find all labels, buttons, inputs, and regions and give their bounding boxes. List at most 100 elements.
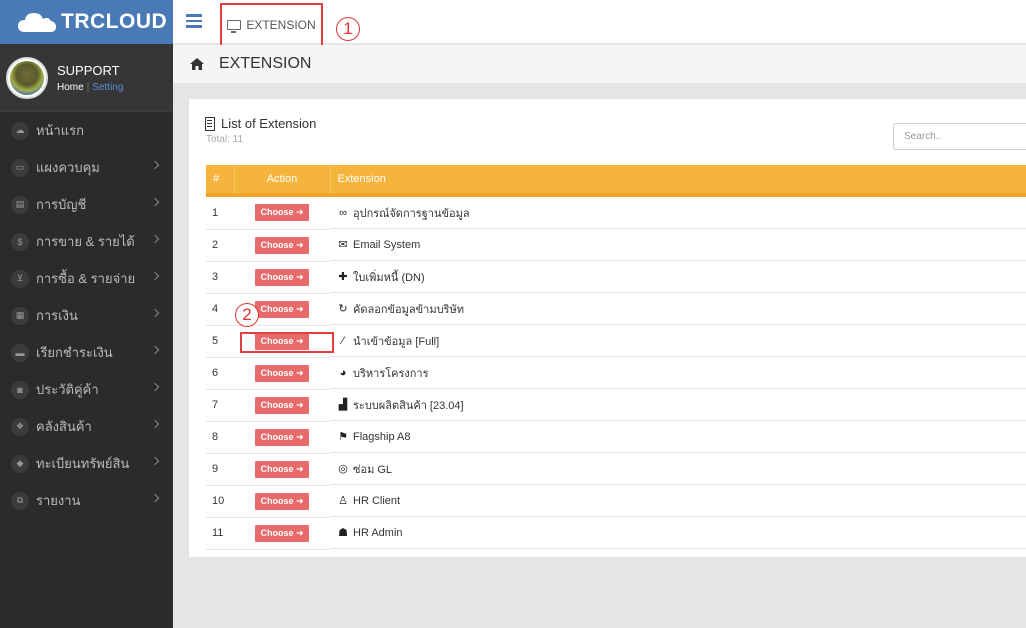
extension-cell: ⚑ Flagship A8 bbox=[330, 421, 1026, 453]
tab-extension-label: EXTENSION bbox=[246, 18, 316, 32]
avatar[interactable] bbox=[6, 56, 48, 99]
page-title: EXTENSION bbox=[219, 55, 312, 72]
sidebar-item-accounting[interactable]: ▤ การบัญชี bbox=[0, 186, 173, 223]
home-icon[interactable] bbox=[189, 57, 205, 71]
table-row: 4 Choose ➔ ↻ คัดลอกข้อมูลข้ามบริษัท bbox=[206, 293, 1026, 326]
contact-icon: ◙ bbox=[11, 380, 29, 399]
column-header-extension: Extension bbox=[337, 173, 386, 185]
choose-button[interactable]: Choose ➔ bbox=[255, 428, 309, 446]
dollar-icon: $ bbox=[11, 232, 29, 251]
chevron-right-icon bbox=[150, 419, 160, 429]
choose-button[interactable]: Choose ➔ bbox=[255, 236, 309, 254]
extension-list-panel: List of Extension Total: 11 Search.. # A… bbox=[189, 99, 1026, 557]
home-link[interactable]: Home bbox=[57, 82, 84, 93]
chevron-right-icon bbox=[150, 308, 160, 318]
choose-button[interactable]: Choose ➔ bbox=[255, 268, 309, 286]
magic-wand-icon: ⁄ bbox=[342, 334, 344, 347]
extension-cell: ♙ HR Client bbox=[330, 485, 1026, 517]
calendar-icon: ▦ bbox=[11, 306, 29, 325]
sidebar-item-sales[interactable]: $ การขาย & รายได้ bbox=[0, 223, 173, 260]
sidebar-item-home[interactable]: ☁ หน้าแรก bbox=[0, 112, 173, 149]
sidebar-item-label: เรียกชำระเงิน bbox=[36, 345, 113, 360]
table-row: 2 Choose ➔ ✉ Email System bbox=[206, 229, 1026, 262]
row-number: 7 bbox=[206, 389, 234, 422]
building-icon bbox=[205, 116, 215, 131]
extension-name: Flagship A8 bbox=[353, 430, 411, 443]
extension-name: Email System bbox=[353, 238, 421, 251]
choose-button[interactable]: Choose ➔ bbox=[255, 364, 309, 382]
choose-button[interactable]: Choose ➔ bbox=[255, 396, 309, 414]
diamond-icon: ◆ bbox=[11, 454, 29, 473]
brand-name: TRCLOUD bbox=[61, 10, 168, 33]
choose-button[interactable]: Choose ➔ bbox=[255, 300, 309, 318]
user-profile: SUPPORT Home | Setting bbox=[0, 44, 173, 112]
choose-button[interactable]: Choose ➔ bbox=[255, 460, 309, 478]
page-header: EXTENSION bbox=[173, 45, 1026, 83]
choose-button[interactable]: Choose ➔ bbox=[255, 524, 309, 542]
table-row: 1 Choose ➔ ∞ อุปกรณ์จัดการฐานข้อมูล bbox=[206, 195, 1026, 230]
hamburger-menu-icon[interactable] bbox=[186, 14, 202, 28]
sidebar-item-label: การบัญชี bbox=[36, 197, 87, 212]
brand-logo[interactable]: TRCLOUD bbox=[0, 0, 173, 44]
cloud-logo-icon bbox=[17, 10, 57, 34]
sidebar-item-billing[interactable]: ▬ เรียกชำระเงิน bbox=[0, 334, 173, 371]
sidebar-item-label: การเงิน bbox=[36, 308, 78, 323]
table-row: 8 Choose ➔ ⚑ Flagship A8 bbox=[206, 421, 1026, 454]
sidebar-item-label: การซื้อ & รายจ่าย bbox=[36, 271, 136, 286]
copy-icon: ⧉ bbox=[11, 491, 29, 510]
chevron-right-icon bbox=[150, 234, 160, 244]
link-separator: | bbox=[86, 81, 90, 93]
extension-name: บริหารโครงการ bbox=[353, 367, 429, 380]
extension-name: อุปกรณ์จัดการฐานข้อมูล bbox=[353, 207, 470, 220]
extension-name: ใบเพิ่มหนี้ (DN) bbox=[353, 271, 425, 284]
row-number: 4 bbox=[206, 293, 234, 326]
sidebar-item-assets[interactable]: ◆ ทะเบียนทรัพย์สิน bbox=[0, 445, 173, 482]
table-header-row: # Action Extension bbox=[206, 165, 1026, 195]
action-cell: Choose ➔ bbox=[234, 485, 330, 518]
action-cell: Choose ➔ bbox=[234, 195, 330, 230]
sidebar-item-finance[interactable]: ▦ การเงิน bbox=[0, 297, 173, 334]
sidebar-item-inventory[interactable]: ❖ คลังสินค้า bbox=[0, 408, 173, 445]
extension-name: คัดลอกข้อมูลข้ามบริษัท bbox=[353, 303, 464, 316]
chevron-right-icon bbox=[150, 160, 160, 170]
tab-extension[interactable]: EXTENSION bbox=[220, 3, 323, 47]
action-cell: Choose ➔ bbox=[234, 389, 330, 422]
sidebar-item-dashboard[interactable]: ▭ แผงควบคุม bbox=[0, 149, 173, 186]
sidebar-item-purchase[interactable]: ⊻ การซื้อ & รายจ่าย bbox=[0, 260, 173, 297]
row-number: 8 bbox=[206, 421, 234, 454]
choose-button[interactable]: Choose ➔ bbox=[255, 204, 309, 222]
action-cell: Choose ➔ bbox=[234, 453, 330, 486]
choose-button[interactable]: Choose ➔ bbox=[255, 492, 309, 510]
search-input[interactable]: Search.. bbox=[893, 123, 1026, 150]
annotation-marker-2: 2 bbox=[235, 303, 259, 327]
chevron-right-icon bbox=[150, 271, 160, 281]
cloud-icon: ☁ bbox=[11, 121, 29, 140]
life-ring-icon: ◎ bbox=[338, 463, 348, 475]
extension-cell: ☗ HR Admin bbox=[330, 517, 1026, 549]
column-header-number: # bbox=[206, 165, 235, 195]
monitor-icon: ▭ bbox=[11, 158, 29, 177]
table-row: 7 Choose ➔ ▟ ระบบผลิตสินค้า [23.04] bbox=[206, 389, 1026, 422]
book-icon: ▤ bbox=[11, 195, 29, 214]
highlight-box-row-5 bbox=[240, 332, 334, 353]
sidebar-item-reports[interactable]: ⧉ รายงาน bbox=[0, 482, 173, 519]
extension-name: HR Admin bbox=[353, 526, 403, 539]
chevron-right-icon bbox=[150, 345, 160, 355]
extension-cell: ⁄ นำเข้าข้อมูล [Full] bbox=[330, 325, 1026, 357]
chevron-right-icon bbox=[150, 197, 160, 207]
monitor-icon bbox=[227, 20, 242, 33]
chevron-right-icon bbox=[150, 493, 160, 503]
action-cell: Choose ➔ bbox=[234, 229, 330, 262]
sidebar-item-label: ทะเบียนทรัพย์สิน bbox=[36, 456, 130, 471]
flag-icon: ⚑ bbox=[338, 431, 348, 443]
annotation-marker-1: 1 bbox=[336, 17, 360, 41]
users-icon: ☗ bbox=[338, 527, 348, 539]
sidebar-item-partners[interactable]: ◙ ประวัติคู่ค้า bbox=[0, 371, 173, 408]
extension-cell: ◎ ซ่อม GL bbox=[330, 453, 1026, 485]
setting-link[interactable]: Setting bbox=[92, 82, 123, 93]
refresh-icon: ↻ bbox=[338, 303, 348, 315]
sidebar-item-label: คลังสินค้า bbox=[36, 419, 92, 434]
panel-title: List of Extension bbox=[205, 116, 316, 131]
row-number: 2 bbox=[206, 229, 234, 262]
action-cell: Choose ➔ bbox=[234, 357, 330, 390]
